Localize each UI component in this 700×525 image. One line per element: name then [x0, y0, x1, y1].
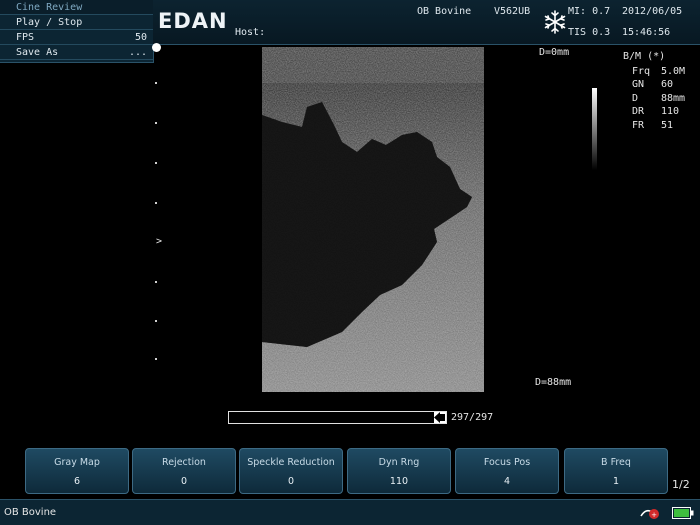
softkey-label: B Freq — [601, 457, 631, 468]
rejection-button[interactable]: Rejection 0 — [132, 448, 236, 494]
depth-top-label: D=0mm — [539, 47, 570, 58]
softkey-value: 4 — [503, 476, 511, 487]
fps-value: 50 — [134, 32, 147, 43]
preset-name: OB Bovine — [417, 6, 472, 17]
focus-marker[interactable]: > — [156, 236, 162, 247]
depth-tick — [155, 281, 157, 283]
softkey-label: Dyn Rng — [378, 457, 420, 468]
host-label: Host: — [235, 27, 266, 38]
softkey-label: Rejection — [162, 457, 206, 468]
cine-menu: Cine Review Play / Stop FPS 50 Save As .… — [0, 0, 154, 63]
tis-readout: TIS 0.3 — [568, 27, 611, 38]
snowflake-icon[interactable] — [542, 9, 568, 35]
param-label: GN — [632, 79, 645, 90]
softkey-label: Speckle Reduction — [247, 457, 335, 468]
dyn-rng-button[interactable]: Dyn Rng 110 — [347, 448, 451, 494]
param-dr: DR 110 — [632, 106, 696, 120]
softkey-value: 0 — [287, 476, 295, 487]
param-label: DR — [632, 106, 645, 117]
param-value: 110 — [661, 106, 680, 117]
softkey-value: 1 — [612, 476, 620, 487]
param-label: FR — [632, 120, 645, 131]
status-preset: OB Bovine — [4, 507, 57, 518]
param-fr: FR 51 — [632, 120, 696, 134]
time-readout: 15:46:56 — [622, 27, 671, 38]
cine-frame-counter: 297/297 — [451, 412, 494, 423]
depth-tick — [155, 202, 157, 204]
speckle-reduction-button[interactable]: Speckle Reduction 0 — [239, 448, 343, 494]
depth-tick — [155, 358, 157, 360]
header-bar: EDAN Host: OB Bovine V562UB MI: 0.7 TIS … — [153, 0, 700, 45]
cine-handle-arrow-icon[interactable] — [434, 412, 446, 423]
save-as-item[interactable]: Save As ... — [0, 45, 153, 60]
depth-tick — [155, 82, 157, 84]
edan-logo: EDAN — [158, 9, 228, 33]
param-frq: Frq 5.0M — [632, 66, 696, 80]
scale-origin-dot — [152, 43, 161, 52]
depth-bottom-label: D=88mm — [535, 377, 572, 388]
depth-tick — [155, 122, 157, 124]
softkey-label: Focus Pos — [483, 457, 531, 468]
probe-model: V562UB — [494, 6, 531, 17]
mi-readout: MI: 0.7 — [568, 6, 611, 17]
param-label: Frq — [632, 66, 651, 77]
param-gn: GN 60 — [632, 79, 696, 93]
save-as-more: ... — [128, 47, 147, 58]
softkey-label: Gray Map — [54, 457, 100, 468]
probe-connect-icon: + — [640, 509, 659, 519]
date-readout: 2012/06/05 — [622, 6, 683, 17]
save-as-label: Save As — [16, 47, 59, 58]
softkey-value: 110 — [389, 476, 409, 487]
cine-progress-bar[interactable] — [228, 411, 447, 424]
svg-text:+: + — [651, 511, 657, 519]
ultrasound-image[interactable] — [262, 47, 484, 392]
param-value: 5.0M — [661, 66, 686, 77]
softkey-value: 0 — [180, 476, 188, 487]
imaging-mode: B/M (*) — [623, 51, 666, 62]
focus-pos-button[interactable]: Focus Pos 4 — [455, 448, 559, 494]
fps-item[interactable]: FPS 50 — [0, 30, 153, 45]
softkey-value: 6 — [73, 476, 81, 487]
battery-icon — [672, 507, 694, 519]
fps-label: FPS — [16, 32, 35, 43]
page-indicator[interactable]: 1/2 — [672, 478, 690, 491]
grayscale-bar — [592, 88, 597, 170]
b-freq-button[interactable]: B Freq 1 — [564, 448, 668, 494]
status-bar: OB Bovine + — [0, 499, 700, 525]
depth-tick — [155, 162, 157, 164]
param-d: D 88mm — [632, 93, 696, 107]
gray-map-button[interactable]: Gray Map 6 — [25, 448, 129, 494]
param-value: 51 — [661, 120, 674, 131]
param-label: D — [632, 93, 639, 104]
param-value: 88mm — [661, 93, 686, 104]
param-value: 60 — [661, 79, 674, 90]
cine-review-title: Cine Review — [0, 0, 153, 15]
ultrasound-screen: Cine Review Play / Stop FPS 50 Save As .… — [0, 0, 700, 525]
softkey-bar: Gray Map 6 Rejection 0 Speckle Reduction… — [0, 447, 700, 497]
depth-tick — [155, 320, 157, 322]
play-stop-item[interactable]: Play / Stop — [0, 15, 153, 30]
